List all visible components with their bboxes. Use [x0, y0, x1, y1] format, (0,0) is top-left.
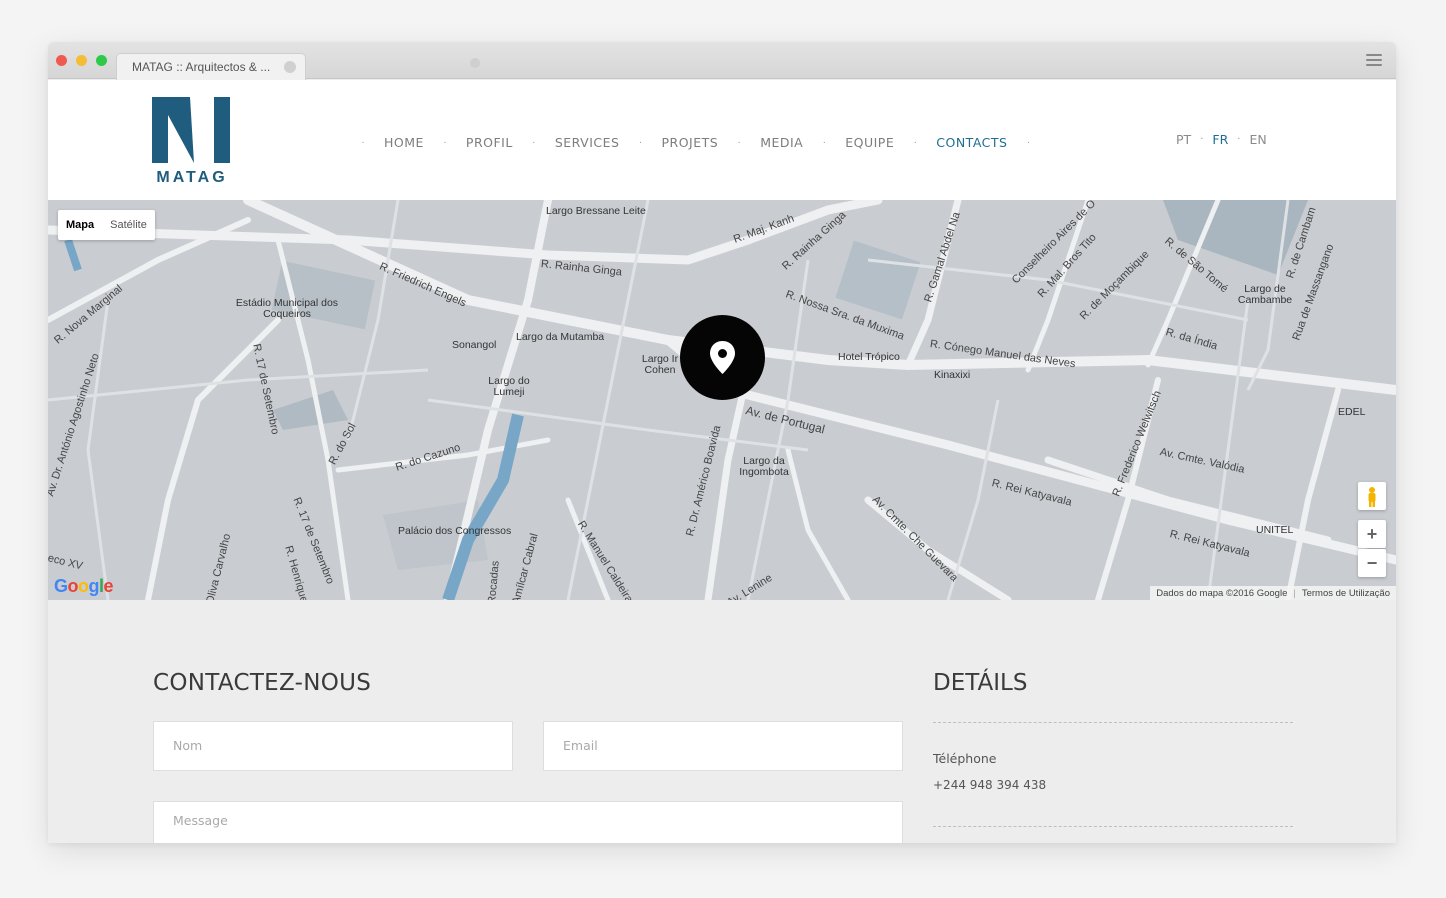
- map-terms-link[interactable]: Termos de Utilização: [1296, 588, 1396, 599]
- close-window-button[interactable]: [56, 55, 67, 66]
- minimize-window-button[interactable]: [76, 55, 87, 66]
- place-kinaxixi: Kinaxixi: [934, 369, 971, 381]
- contact-section: CONTACTEZ-NOUS Nom Email Message DETÁILS…: [48, 600, 1396, 843]
- place-palacio: Palácio dos Congressos: [398, 525, 512, 537]
- google-logo[interactable]: Google: [54, 576, 114, 597]
- new-tab-button[interactable]: [470, 58, 480, 68]
- nav-services[interactable]: SERVICES: [539, 135, 636, 150]
- lang-en[interactable]: EN: [1243, 132, 1272, 147]
- lang-pt[interactable]: PT: [1170, 132, 1197, 147]
- logo-wordmark: MATAG: [156, 169, 228, 186]
- main-nav: · HOME · PROFIL · SERVICES · PROJETS · M…: [361, 134, 1031, 150]
- google-map[interactable]: Largo Bressane Leite Estádio Municipal d…: [48, 200, 1396, 600]
- place-largo-mutamba: Largo da Mutamba: [516, 331, 605, 343]
- tab-close-icon[interactable]: [284, 61, 296, 73]
- place-largo-lumeji: Largo do Lumeji: [488, 375, 530, 398]
- place-hotel-tropico: Hotel Trópico: [838, 351, 900, 363]
- lang-fr[interactable]: FR: [1206, 132, 1234, 147]
- place-unitel: UNITEL: [1256, 524, 1294, 536]
- nav-media[interactable]: MEDIA: [744, 135, 819, 150]
- place-largo-bressane: Largo Bressane Leite: [546, 205, 646, 217]
- site-header: MATAG · HOME · PROFIL · SERVICES · PROJE…: [48, 80, 1396, 200]
- contact-title: CONTACTEZ-NOUS: [153, 670, 372, 696]
- matag-logo-mark: [152, 97, 230, 163]
- details-divider: [933, 826, 1293, 827]
- zoom-in-button[interactable]: +: [1358, 520, 1386, 548]
- map-pin-icon: [710, 341, 735, 374]
- phone-value[interactable]: +244 948 394 438: [933, 778, 1046, 792]
- street-view-pegman-icon[interactable]: [1358, 482, 1386, 510]
- place-largo-ingombota: Largo da Ingombota: [739, 455, 789, 478]
- browser-titlebar: MATAG :: Arquitectos & ...: [48, 42, 1396, 80]
- browser-menu-icon[interactable]: [1366, 54, 1382, 67]
- nav-home[interactable]: HOME: [368, 135, 440, 150]
- zoom-out-button[interactable]: −: [1358, 549, 1386, 577]
- message-field[interactable]: Message: [153, 801, 903, 843]
- map-type-satellite-button[interactable]: Satélite: [102, 210, 155, 240]
- place-largo-cohen: Largo Ir Cohen: [641, 353, 679, 376]
- location-marker[interactable]: [680, 315, 765, 400]
- tab-title: MATAG :: Arquitectos & ...: [132, 60, 271, 74]
- details-title: DETÁILS: [933, 670, 1028, 696]
- maximize-window-button[interactable]: [96, 55, 107, 66]
- nav-equipe[interactable]: EQUIPE: [829, 135, 910, 150]
- place-edel: EDEL: [1338, 406, 1366, 418]
- nav-contacts[interactable]: CONTACTS: [920, 135, 1023, 150]
- phone-label: Téléphone: [933, 751, 997, 766]
- nav-profil[interactable]: PROFIL: [450, 135, 529, 150]
- map-data-credit: Dados do mapa ©2016 Google: [1156, 587, 1288, 599]
- place-estadio: Estádio Municipal dos Coqueiros: [235, 297, 339, 320]
- details-divider: [933, 722, 1293, 723]
- map-type-control: Mapa Satélite: [58, 210, 155, 240]
- browser-tab[interactable]: MATAG :: Arquitectos & ...: [116, 53, 306, 80]
- place-sonangol: Sonangol: [452, 339, 497, 351]
- name-field[interactable]: Nom: [153, 721, 513, 771]
- matag-logo[interactable]: MATAG: [152, 97, 232, 187]
- map-type-map-button[interactable]: Mapa: [58, 210, 102, 240]
- map-attribution: Dados do mapa ©2016 Google | Termos de U…: [1150, 586, 1396, 600]
- browser-window: MATAG :: Arquitectos & ... MATAG · HOME …: [48, 42, 1396, 843]
- language-switcher: PT · FR · EN: [1170, 132, 1273, 147]
- nav-projets[interactable]: PROJETS: [645, 135, 734, 150]
- place-largo-cambambe: Largo de Cambambe: [1237, 283, 1293, 306]
- email-field[interactable]: Email: [543, 721, 903, 771]
